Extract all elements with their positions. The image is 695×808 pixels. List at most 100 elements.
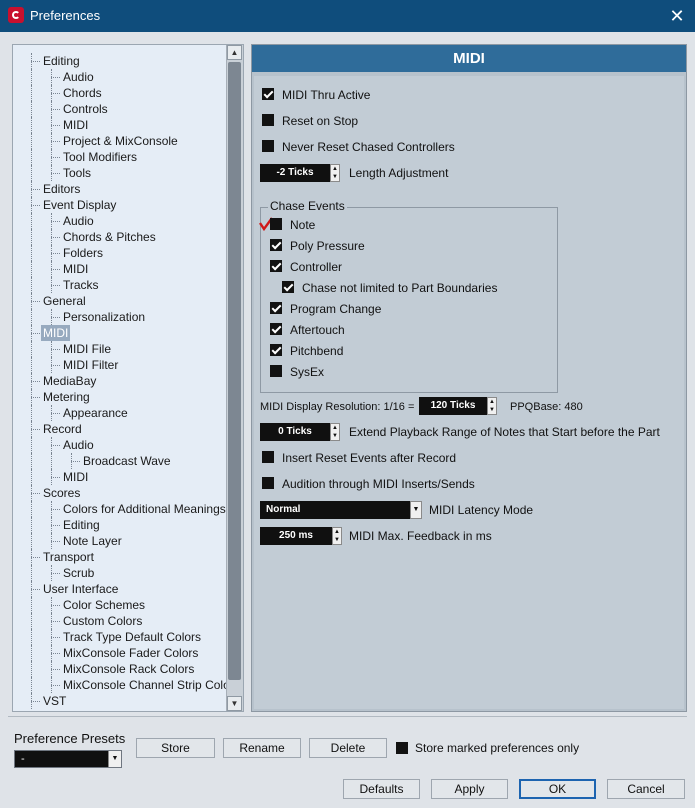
tree-connector	[51, 285, 60, 286]
tree-item[interactable]: Audio	[13, 437, 227, 453]
chase-not-limited-checkbox[interactable]: Chase not limited to Part Boundaries	[282, 278, 497, 296]
tree-item[interactable]: Personalization	[13, 309, 227, 325]
checkbox-label: Program Change	[290, 301, 382, 316]
tree-item[interactable]: MixConsole Channel Strip Colors	[13, 677, 240, 693]
tree-item[interactable]: MIDI Filter	[13, 357, 227, 373]
extend-playback-spinner[interactable]: 0 Ticks ▲ ▼	[260, 423, 340, 441]
tree-item[interactable]: MixConsole Fader Colors	[13, 645, 227, 661]
spinner-arrows[interactable]: ▲ ▼	[330, 423, 340, 441]
checkbox-label: Note	[290, 217, 316, 232]
ok-button[interactable]: OK	[519, 779, 596, 799]
audition-midi-inserts-checkbox[interactable]: Audition through MIDI Inserts/Sends	[262, 474, 475, 492]
tree-connector	[51, 605, 60, 606]
tree-item-label: MIDI	[63, 262, 89, 276]
tree-item[interactable]: Track Type Default Colors	[13, 629, 227, 645]
store-button[interactable]: Store	[136, 738, 215, 758]
tree-item[interactable]: Controls	[13, 101, 227, 117]
defaults-button[interactable]: Defaults	[343, 779, 420, 799]
tree-connector	[31, 677, 32, 693]
cancel-button[interactable]: Cancel	[607, 779, 685, 799]
spinner-value[interactable]: 120 Ticks	[419, 397, 487, 415]
tree-item-label: Color Schemes	[63, 598, 146, 612]
close-button[interactable]: ✕	[659, 0, 695, 32]
tree-connector	[51, 621, 60, 622]
tree-item[interactable]: Broadcast Wave	[13, 453, 227, 469]
store-marked-only-checkbox[interactable]: Store marked preferences only	[396, 740, 579, 756]
insert-reset-events-checkbox[interactable]: Insert Reset Events after Record	[262, 448, 456, 466]
tree-item[interactable]: VST	[13, 693, 227, 709]
chase-sysex-checkbox[interactable]: SysEx	[270, 362, 324, 380]
tree-item[interactable]: Tracks	[13, 277, 227, 293]
tree-connector	[31, 149, 32, 165]
preference-presets-select[interactable]: - ▼	[14, 750, 122, 768]
tree-item[interactable]: Custom Colors	[13, 613, 227, 629]
spinner-arrows[interactable]: ▲ ▼	[332, 527, 342, 545]
tree-item[interactable]: MediaBay	[13, 373, 227, 389]
tree-item[interactable]: MIDI	[13, 469, 227, 485]
chevron-down-icon[interactable]: ▼	[108, 751, 121, 767]
chase-pitchbend-checkbox[interactable]: Pitchbend	[270, 341, 343, 359]
tree-item[interactable]: Metering	[13, 389, 227, 405]
tree-item[interactable]: Editing	[13, 53, 227, 69]
spinner-value[interactable]: 0 Ticks	[260, 423, 330, 441]
tree-item[interactable]: MIDI File	[13, 341, 227, 357]
apply-button[interactable]: Apply	[431, 779, 508, 799]
scroll-thumb[interactable]	[228, 62, 241, 680]
delete-button[interactable]: Delete	[309, 738, 387, 758]
tree-item[interactable]: Project & MixConsole	[13, 133, 227, 149]
tree-item[interactable]: Color Schemes	[13, 597, 227, 613]
tree-item[interactable]: Editors	[13, 181, 227, 197]
midi-latency-mode-select[interactable]: Normal ▼	[260, 501, 422, 519]
tree-item[interactable]: Audio	[13, 69, 227, 85]
tree-connector	[31, 69, 32, 85]
tree-item[interactable]: MixConsole Rack Colors	[13, 661, 227, 677]
tree-item[interactable]: Chords	[13, 85, 227, 101]
display-resolution-spinner[interactable]: 120 Ticks ▲ ▼	[419, 397, 499, 415]
chase-aftertouch-checkbox[interactable]: Aftertouch	[270, 320, 345, 338]
tree-item[interactable]: General	[13, 293, 227, 309]
chase-note-checkbox[interactable]: Note	[270, 215, 315, 233]
spinner-arrows[interactable]: ▲ ▼	[487, 397, 497, 415]
chase-program-change-checkbox[interactable]: Program Change	[270, 299, 381, 317]
chase-controller-checkbox[interactable]: Controller	[270, 257, 342, 275]
chase-events-title: Chase Events	[268, 198, 347, 214]
tree-item[interactable]: User Interface	[13, 581, 227, 597]
tree-item[interactable]: Colors for Additional Meanings	[13, 501, 227, 517]
tree-item[interactable]: Audio	[13, 213, 227, 229]
tree-item[interactable]: Transport	[13, 549, 227, 565]
tree-item[interactable]: Tool Modifiers	[13, 149, 227, 165]
tree-item-label: Audio	[63, 70, 94, 84]
tree-item[interactable]: Folders	[13, 245, 227, 261]
tree-item[interactable]: Note Layer	[13, 533, 227, 549]
tree-item[interactable]: Appearance	[13, 405, 227, 421]
tree-item[interactable]: Scrub	[13, 565, 227, 581]
spinner-arrows[interactable]: ▲ ▼	[330, 164, 340, 182]
tree-item[interactable]: Record	[13, 421, 227, 437]
tree-connector	[31, 501, 32, 517]
scroll-down-button[interactable]: ▼	[227, 696, 242, 711]
tree-item[interactable]: MIDI	[13, 261, 227, 277]
rename-button[interactable]: Rename	[223, 738, 301, 758]
chase-poly-pressure-checkbox[interactable]: Poly Pressure	[270, 236, 365, 254]
spinner-value[interactable]: 250 ms	[260, 527, 332, 545]
tree-connector	[31, 597, 32, 613]
tree-scrollbar[interactable]: ▲ ▼	[226, 45, 243, 711]
midi-thru-active-checkbox[interactable]: MIDI Thru Active	[262, 85, 370, 103]
tree-item[interactable]: Scores	[13, 485, 227, 501]
tree-item[interactable]: Editing	[13, 517, 227, 533]
scroll-up-button[interactable]: ▲	[227, 45, 242, 60]
max-feedback-spinner[interactable]: 250 ms ▲ ▼	[260, 527, 342, 545]
length-adjustment-spinner[interactable]: -2 Ticks ▲ ▼	[260, 164, 340, 182]
tree-item[interactable]: Tools	[13, 165, 227, 181]
tree-item-label: User Interface	[43, 582, 119, 596]
preferences-tree[interactable]: Editing Audio Chords Controls MIDI Project & …	[12, 44, 244, 712]
tree-item[interactable]: Event Display	[13, 197, 227, 213]
tree-item[interactable]: Chords & Pitches	[13, 229, 227, 245]
never-reset-chased-controllers-checkbox[interactable]: Never Reset Chased Controllers	[262, 137, 455, 155]
reset-on-stop-checkbox[interactable]: Reset on Stop	[262, 111, 358, 129]
chevron-down-icon[interactable]: ▼	[410, 501, 422, 519]
tree-item[interactable]: MIDI	[13, 117, 227, 133]
tree-connector	[31, 701, 40, 702]
spinner-value[interactable]: -2 Ticks	[260, 164, 330, 182]
tree-item[interactable]: MIDI	[13, 325, 227, 341]
